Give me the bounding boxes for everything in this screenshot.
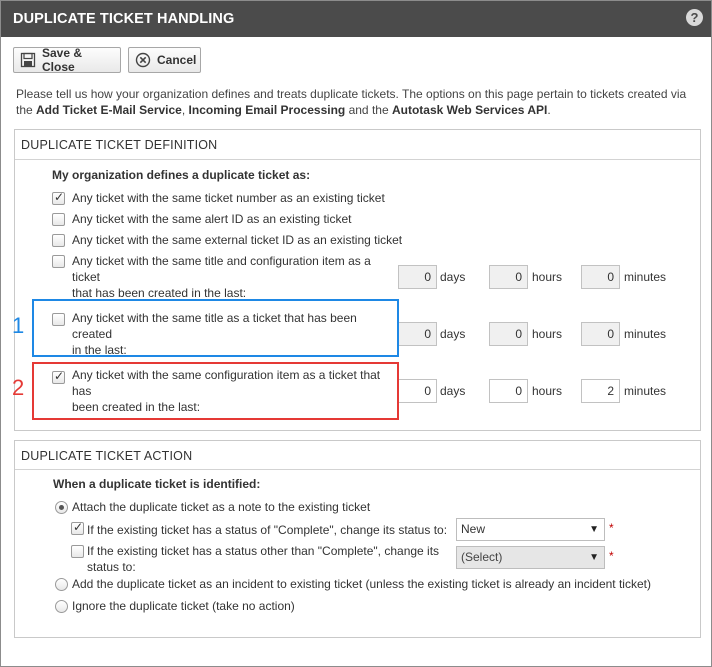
check-icon: ✓ (73, 520, 84, 534)
dialog-title: DUPLICATE TICKET HANDLING (13, 11, 235, 27)
intro-link-email-service: Add Ticket E-Mail Service (36, 102, 182, 117)
title-hours-input[interactable]: 0 (489, 322, 528, 346)
days-unit-label: days (440, 327, 466, 341)
save-close-label: Save & Close (42, 46, 83, 74)
days-unit-label: days (440, 270, 466, 284)
days-unit-label: days (440, 384, 466, 398)
other-status-select[interactable]: (Select) ▼ (456, 546, 605, 569)
minutes-unit-label: minutes (624, 384, 667, 398)
option-alert-id-label: Any ticket with the same alert ID as an … (72, 212, 352, 226)
cancel-button[interactable]: Cancel (128, 47, 201, 73)
cancel-label: Cancel (157, 53, 197, 67)
other-status-checkbox[interactable] (71, 545, 84, 558)
attach-note-radio[interactable] (55, 501, 68, 514)
complete-status-label: If the existing ticket has a status of "… (87, 523, 448, 537)
save-close-button[interactable]: Save & Close (13, 46, 121, 74)
dropdown-arrow-icon: ▼ (589, 524, 599, 535)
option-external-id-label: Any ticket with the same external ticket… (72, 233, 403, 247)
option-title-ci-checkbox[interactable] (52, 255, 65, 268)
attach-note-label: Attach the duplicate ticket as a note to… (72, 500, 371, 514)
required-indicator: * (609, 521, 614, 535)
title-ci-days-input[interactable]: 0 (398, 265, 437, 289)
hours-unit-label: hours (532, 270, 563, 284)
title-ci-hours-input[interactable]: 0 (489, 265, 528, 289)
title-minutes-input[interactable]: 0 (581, 322, 620, 346)
intro-link-incoming-email: Incoming Email Processing (188, 102, 346, 117)
dialog-window: DUPLICATE TICKET HANDLING ? Save & Close… (0, 0, 712, 667)
other-status-label: If the existing ticket has a status othe… (87, 544, 440, 574)
intro-text: Please tell us how your organization def… (16, 87, 687, 117)
complete-status-select[interactable]: New ▼ (456, 518, 605, 541)
cancel-icon (135, 52, 151, 68)
option-external-id-checkbox[interactable] (52, 234, 65, 247)
ci-minutes-input[interactable]: 2 (581, 379, 620, 403)
action-prompt: When a duplicate ticket is identified: (53, 477, 261, 491)
annotation-label-2: 2 (12, 375, 25, 400)
ci-hours-input[interactable]: 0 (489, 379, 528, 403)
dropdown-arrow-icon: ▼ (589, 552, 599, 563)
ignore-label: Ignore the duplicate ticket (take no act… (72, 599, 295, 613)
definition-section-title: DUPLICATE TICKET DEFINITION (21, 138, 218, 152)
save-icon (20, 52, 36, 68)
duplicate-action-section: DUPLICATE TICKET ACTION When a duplicate… (14, 440, 701, 638)
option-alert-id-checkbox[interactable] (52, 213, 65, 226)
complete-status-checkbox[interactable]: ✓ (71, 520, 84, 535)
minutes-unit-label: minutes (624, 327, 667, 341)
title-days-input[interactable]: 0 (398, 322, 437, 346)
add-incident-radio[interactable] (55, 578, 68, 591)
ignore-radio[interactable] (55, 600, 68, 613)
title-ci-minutes-input[interactable]: 0 (581, 265, 620, 289)
title-bar: DUPLICATE TICKET HANDLING ? (1, 1, 711, 37)
option-ticket-number-checkbox[interactable]: ✓ (52, 190, 65, 205)
option-ticket-number-label: Any ticket with the same ticket number a… (72, 191, 385, 205)
annotation-box-2 (32, 362, 399, 420)
definition-prompt: My organization defines a duplicate tick… (52, 168, 311, 182)
minutes-unit-label: minutes (624, 270, 667, 284)
hours-unit-label: hours (532, 327, 563, 341)
check-icon: ✓ (54, 190, 65, 204)
action-section-title: DUPLICATE TICKET ACTION (21, 449, 193, 463)
required-indicator: * (609, 549, 614, 563)
help-icon[interactable]: ? (686, 9, 703, 26)
hours-unit-label: hours (532, 384, 563, 398)
ci-days-input[interactable]: 0 (398, 379, 437, 403)
annotation-label-1: 1 (12, 313, 25, 338)
annotation-box-1 (32, 299, 399, 357)
intro-link-web-services: Autotask Web Services API (391, 102, 548, 117)
add-incident-label: Add the duplicate ticket as an incident … (72, 577, 651, 591)
option-title-ci-label: Any ticket with the same title and confi… (72, 254, 371, 300)
